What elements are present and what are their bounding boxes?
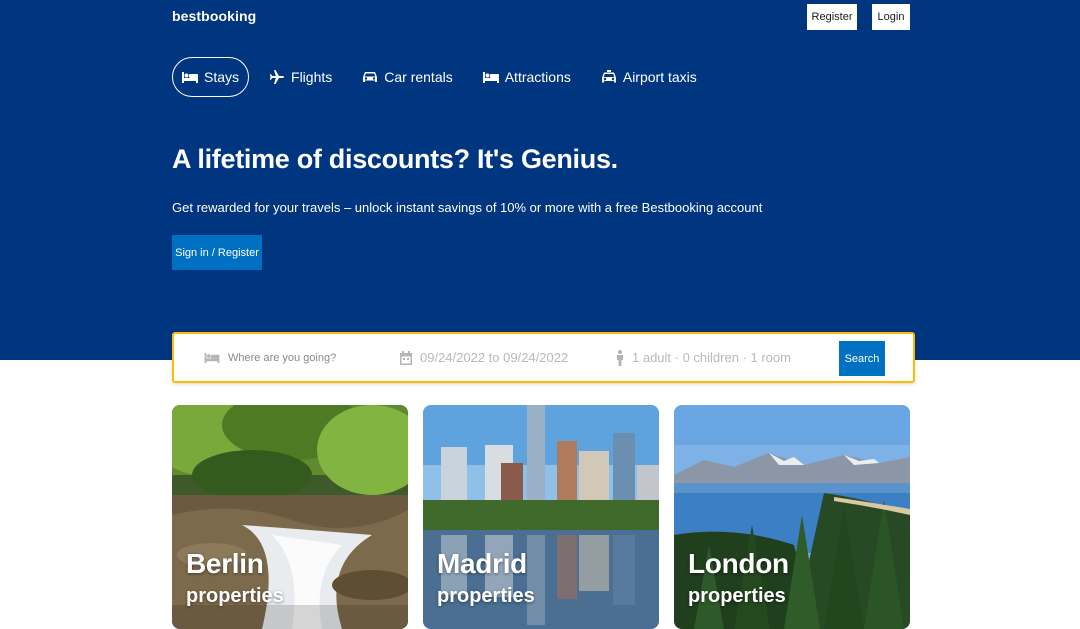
card-subtitle: properties: [186, 585, 284, 607]
destination-card-madrid[interactable]: Madrid properties: [423, 405, 659, 629]
guests-value[interactable]: 1 adult · 0 children · 1 room: [632, 350, 791, 365]
bed-icon: [204, 352, 220, 364]
search-button[interactable]: Search: [839, 341, 885, 376]
register-button[interactable]: Register: [807, 4, 857, 30]
nav-item-flights[interactable]: Flights: [259, 57, 342, 97]
card-city: Berlin: [186, 548, 264, 579]
nav-item-airport-taxis[interactable]: Airport taxis: [591, 57, 707, 97]
nav-item-label: Car rentals: [384, 69, 453, 85]
destination-card-berlin[interactable]: Berlin properties: [172, 405, 408, 629]
nav-item-attractions[interactable]: Attractions: [473, 57, 581, 97]
nav-item-label: Flights: [291, 69, 333, 85]
brand-logo[interactable]: bestbooking: [172, 8, 256, 24]
nav-item-label: Airport taxis: [622, 69, 697, 85]
dates-field[interactable]: 09/24/2022 to 09/24/2022: [400, 334, 600, 381]
hero-subline: Get rewarded for your travels – unlock i…: [172, 200, 763, 215]
nav-item-label: Attractions: [504, 69, 571, 85]
destination-card-london[interactable]: London properties: [674, 405, 910, 629]
card-city: Madrid: [437, 548, 527, 579]
sign-in-register-button[interactable]: Sign in / Register: [172, 235, 262, 270]
login-button[interactable]: Login: [872, 4, 910, 30]
calendar-icon: [400, 350, 412, 365]
search-bar: Where are you going? 09/24/2022 to 09/24…: [172, 332, 915, 383]
person-icon: [617, 349, 623, 366]
card-subtitle: properties: [437, 585, 535, 607]
product-nav: Stays Flights Car rentals Attractions Ai…: [172, 57, 717, 97]
nav-item-stays[interactable]: Stays: [172, 57, 250, 97]
nav-item-car-rentals[interactable]: Car rentals: [352, 57, 462, 97]
attractions-icon: [482, 70, 499, 84]
bed-icon: [182, 70, 198, 84]
nav-item-label: Stays: [204, 69, 240, 85]
dates-value[interactable]: 09/24/2022 to 09/24/2022: [420, 350, 568, 365]
plane-icon: [269, 70, 285, 84]
hero-banner: [0, 0, 1080, 360]
guests-field[interactable]: 1 adult · 0 children · 1 room: [616, 334, 816, 381]
card-subtitle: properties: [688, 585, 786, 607]
taxi-icon: [601, 70, 617, 84]
destination-field[interactable]: Where are you going?: [204, 334, 394, 381]
destination-input[interactable]: Where are you going?: [228, 352, 336, 364]
car-icon: [362, 70, 378, 84]
hero-headline: A lifetime of discounts? It's Genius.: [172, 144, 618, 174]
card-city: London: [688, 548, 789, 579]
